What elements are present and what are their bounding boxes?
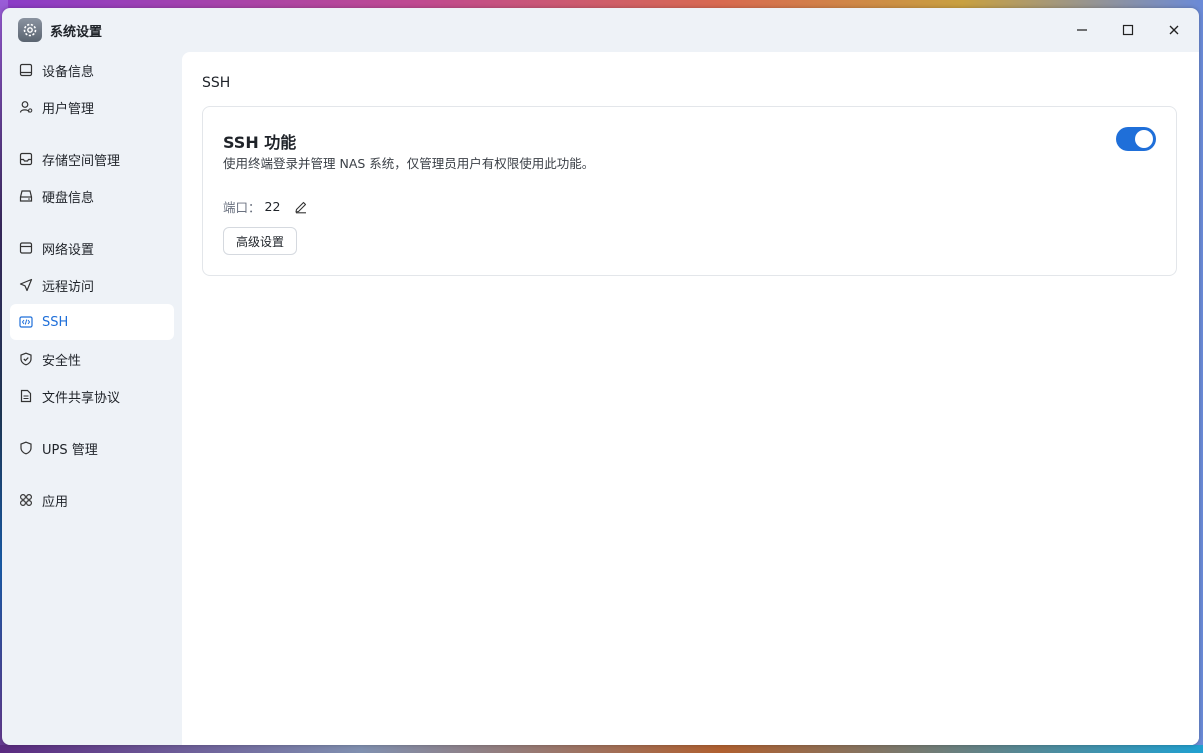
sidebar-item-device-info[interactable]: 设备信息 xyxy=(10,52,174,88)
sidebar-item-label: 硬盘信息 xyxy=(42,190,95,206)
page-title: SSH xyxy=(202,75,231,91)
close-icon xyxy=(1169,25,1179,35)
sidebar-item-disk-info[interactable]: 硬盘信息 xyxy=(10,178,174,214)
nav-group-ups: UPS 管理 xyxy=(2,430,182,466)
minimize-icon xyxy=(1077,29,1087,31)
nav-group-apps: 应用 xyxy=(2,482,182,518)
title-bar: 系统设置 xyxy=(2,8,1199,52)
apps-icon xyxy=(18,492,34,508)
nav-group-storage: 存储空间管理 硬盘信息 xyxy=(2,141,182,214)
sidebar-item-label: 远程访问 xyxy=(42,279,95,295)
sidebar-item-user-management[interactable]: 用户管理 xyxy=(10,89,174,125)
settings-window: 系统设置 设备信息 用户管理 存储空间管理 硬盘信息 网络设置 远程访问 SSH… xyxy=(2,8,1199,745)
sidebar-item-label: 安全性 xyxy=(42,353,82,369)
minimize-button[interactable] xyxy=(1070,18,1094,42)
remote-icon xyxy=(18,277,34,293)
ssh-toggle[interactable] xyxy=(1116,127,1156,151)
port-label: 端口： xyxy=(223,200,261,215)
disk-icon xyxy=(18,188,34,204)
sidebar-item-ups[interactable]: UPS 管理 xyxy=(10,430,174,466)
ssh-settings-card: SSH 功能 使用终端登录并管理 NAS 系统，仅管理员用户有权限使用此功能。 … xyxy=(202,106,1177,276)
sidebar-item-label: 设备信息 xyxy=(42,64,95,80)
desktop-taskbar-edge xyxy=(0,745,1203,753)
sidebar-item-ssh[interactable]: SSH xyxy=(10,304,174,340)
port-value: 22 xyxy=(264,199,281,214)
sidebar-item-label: UPS 管理 xyxy=(42,442,98,458)
sidebar-nav: 设备信息 用户管理 存储空间管理 硬盘信息 网络设置 远程访问 SSH 安全性 … xyxy=(2,52,182,745)
advanced-settings-button[interactable]: 高级设置 xyxy=(223,227,298,255)
storage-icon xyxy=(18,151,34,167)
port-row: 端口： 22 xyxy=(223,197,308,216)
sidebar-item-label: 存储空间管理 xyxy=(42,153,121,169)
close-button[interactable] xyxy=(1162,18,1186,42)
toggle-knob xyxy=(1135,130,1153,148)
code-icon xyxy=(18,314,34,330)
ssh-feature-description: 使用终端登录并管理 NAS 系统，仅管理员用户有权限使用此功能。 xyxy=(223,156,595,171)
shield-check-icon xyxy=(18,351,34,367)
device-icon xyxy=(18,62,34,78)
edit-icon[interactable] xyxy=(294,200,308,214)
maximize-button[interactable] xyxy=(1116,18,1140,42)
sidebar-item-label: SSH xyxy=(42,314,69,330)
gear-icon xyxy=(18,18,42,42)
nav-group-network: 网络设置 远程访问 SSH 安全性 文件共享协议 xyxy=(2,230,182,414)
maximize-icon xyxy=(1122,24,1134,36)
sidebar-item-label: 应用 xyxy=(42,494,69,510)
sidebar-item-label: 文件共享协议 xyxy=(42,390,121,406)
shield-icon xyxy=(18,440,34,456)
main-content: SSH SSH 功能 使用终端登录并管理 NAS 系统，仅管理员用户有权限使用此… xyxy=(182,52,1199,745)
sidebar-item-file-sharing[interactable]: 文件共享协议 xyxy=(10,378,174,414)
nav-group-device: 设备信息 用户管理 xyxy=(2,52,182,125)
sidebar-item-storage[interactable]: 存储空间管理 xyxy=(10,141,174,177)
sidebar-item-remote-access[interactable]: 远程访问 xyxy=(10,267,174,303)
network-icon xyxy=(18,240,34,256)
sidebar-item-label: 用户管理 xyxy=(42,101,95,117)
sidebar-item-network[interactable]: 网络设置 xyxy=(10,230,174,266)
sidebar-item-security[interactable]: 安全性 xyxy=(10,341,174,377)
window-title: 系统设置 xyxy=(50,25,103,40)
sidebar-item-label: 网络设置 xyxy=(42,242,95,258)
ssh-feature-title: SSH 功能 xyxy=(223,133,297,152)
sidebar-item-apps[interactable]: 应用 xyxy=(10,482,174,518)
document-icon xyxy=(18,388,34,404)
user-icon xyxy=(18,99,34,115)
